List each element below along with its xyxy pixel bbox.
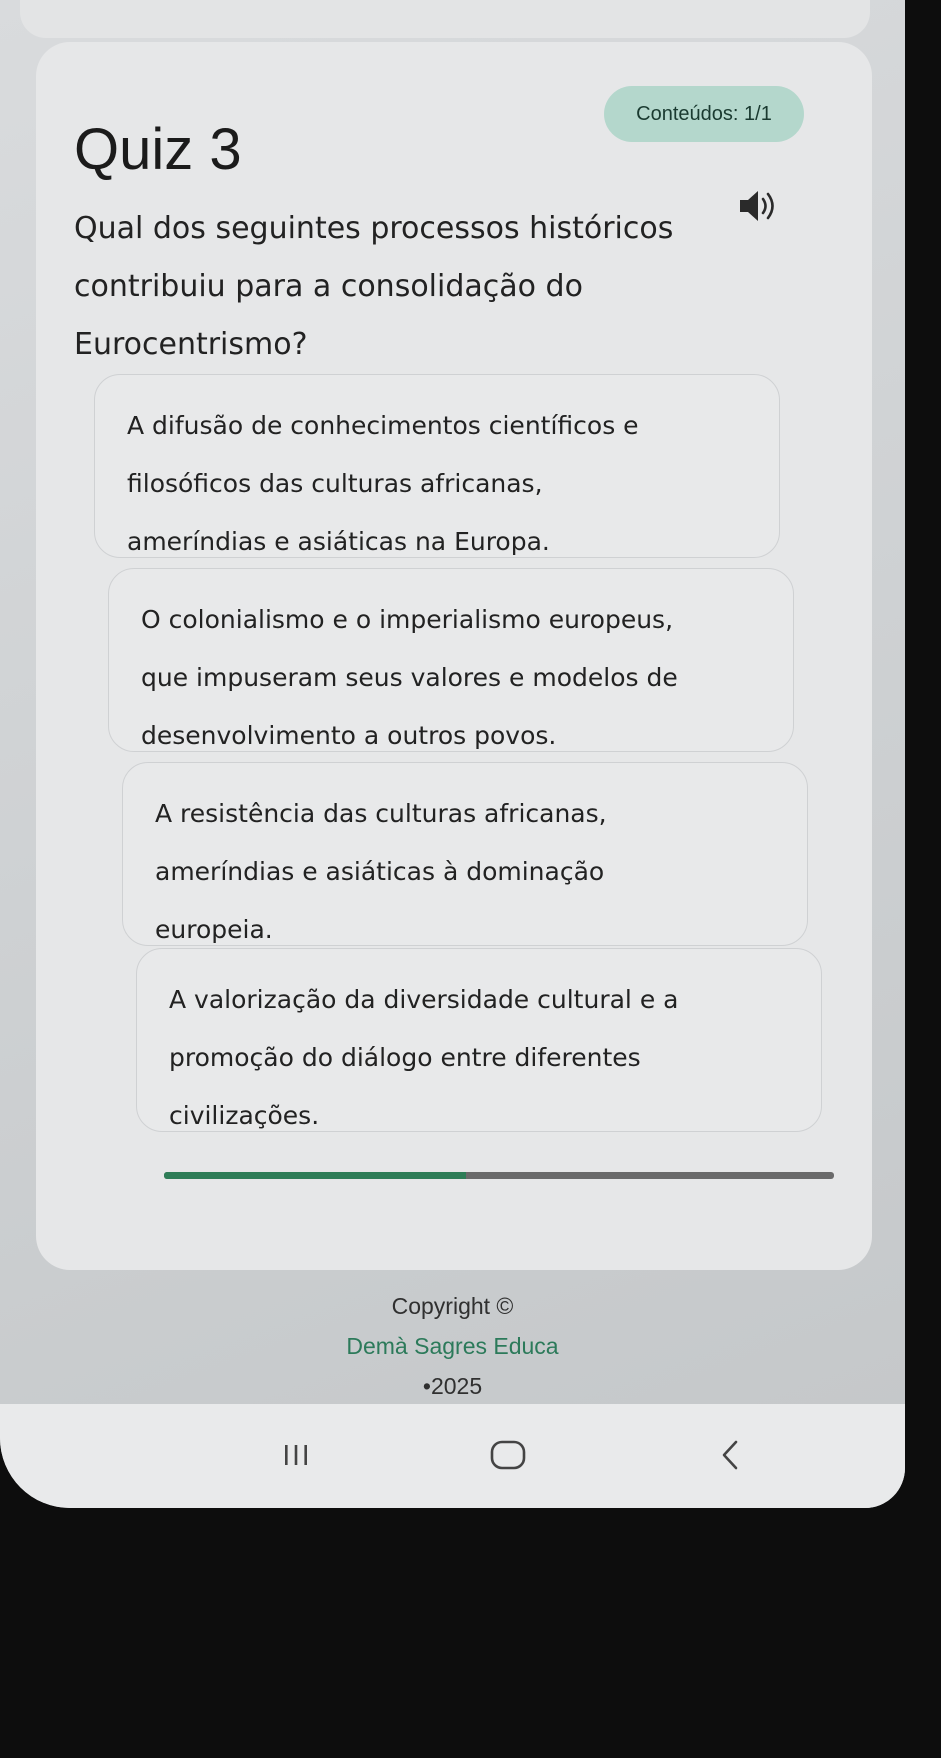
back-button[interactable] <box>700 1430 760 1480</box>
home-icon <box>490 1440 526 1470</box>
option-line: A resistência das culturas africanas, <box>155 799 607 828</box>
answer-option-3[interactable]: A resistência das culturas africanas, am… <box>122 762 808 946</box>
option-line: civilizações. <box>169 1101 320 1130</box>
top-strip <box>20 0 870 38</box>
speaker-icon[interactable] <box>736 186 780 226</box>
phone-screen: Quiz 3 Conteúdos: 1/1 Qual dos seguintes… <box>0 0 905 1508</box>
copyright-year: •2025 <box>422 1373 483 1399</box>
home-button[interactable] <box>478 1430 538 1480</box>
recent-apps-button[interactable] <box>266 1430 326 1480</box>
option-line: que impuseram seus valores e modelos de <box>141 663 678 692</box>
quiz-card: Quiz 3 Conteúdos: 1/1 Qual dos seguintes… <box>36 42 872 1270</box>
quiz-progress-fill <box>164 1172 466 1179</box>
option-line: ameríndias e asiáticas na Europa. <box>127 527 550 556</box>
footer: Copyright © Demà Sagres Educa •2025 <box>0 1286 905 1406</box>
option-line: filosóficos das culturas africanas, <box>127 469 543 498</box>
option-line: A valorização da diversidade cultural e … <box>169 985 679 1014</box>
contents-badge: Conteúdos: 1/1 <box>604 86 804 142</box>
option-line: promoção do diálogo entre diferentes <box>169 1043 641 1072</box>
option-line: O colonialismo e o imperialismo europeus… <box>141 605 674 634</box>
copyright-text: Copyright © <box>391 1293 514 1319</box>
question-text: Qual dos seguintes processos históricos … <box>74 211 674 362</box>
back-icon <box>722 1440 738 1470</box>
option-line: desenvolvimento a outros povos. <box>141 721 557 750</box>
recent-apps-icon <box>285 1445 307 1465</box>
answer-option-1[interactable]: A difusão de conhecimentos científicos e… <box>94 374 780 558</box>
answer-option-4[interactable]: A valorização da diversidade cultural e … <box>136 948 822 1132</box>
android-navigation-bar <box>0 1404 905 1508</box>
quiz-progress-bar <box>164 1172 834 1179</box>
answer-option-2[interactable]: O colonialismo e o imperialismo europeus… <box>108 568 794 752</box>
brand-name: Demà Sagres Educa <box>346 1333 559 1359</box>
quiz-title: Quiz 3 <box>74 117 242 182</box>
option-line: ameríndias e asiáticas à dominação <box>155 857 605 886</box>
option-line: A difusão de conhecimentos científicos e <box>127 411 639 440</box>
